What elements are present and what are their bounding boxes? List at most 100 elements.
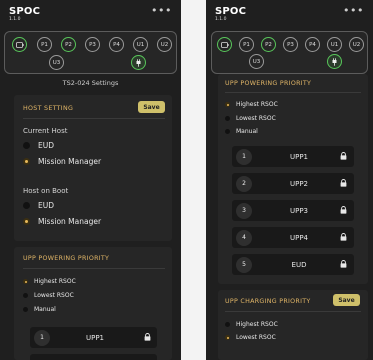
host-save-button[interactable]: Save: [138, 101, 165, 113]
app-logo: SPOC 1.1.0: [215, 7, 246, 23]
port-p2[interactable]: P2: [261, 37, 276, 52]
priority-number: 1: [34, 329, 50, 346]
charging-option-lowest-rsoc[interactable]: Lowest RSOC: [225, 334, 276, 341]
radio-icon: [23, 202, 30, 209]
app-header: SPOC 1.1.0 •••: [206, 0, 373, 28]
host-setting-title: HOST SETTING: [23, 105, 74, 112]
radio-selected-icon: [23, 158, 30, 165]
host-on-boot-option-eud[interactable]: EUD: [23, 201, 54, 210]
upp-powering-priority-card: UPP POWERING PRIORITY Highest RSOC Lowes…: [14, 247, 172, 360]
option-label: Mission Manager: [38, 157, 102, 166]
upp-priority-row[interactable]: [30, 354, 157, 360]
port-p4[interactable]: P4: [109, 37, 124, 52]
upp-charging-title: UPP CHARGING PRIORITY: [225, 298, 311, 305]
battery-icon[interactable]: [217, 37, 232, 52]
radio-icon: [23, 142, 30, 149]
port-status-card: P1 P2 P3 P4 U1 U2 U3: [211, 31, 368, 74]
priority-number: 4: [236, 229, 252, 246]
upp-powering-priority-card: UPP POWERING PRIORITY Highest RSOC Lowes…: [218, 74, 368, 284]
port-p1[interactable]: P1: [239, 37, 254, 52]
upp-powering-title: UPP POWERING PRIORITY: [23, 255, 110, 262]
plug-icon[interactable]: [327, 54, 342, 69]
port-p4[interactable]: P4: [305, 37, 320, 52]
option-label: EUD: [38, 141, 55, 150]
upp-name: UPP4: [289, 233, 309, 242]
divider: [23, 118, 165, 119]
charging-option-highest-rsoc[interactable]: Highest RSOC: [225, 321, 278, 328]
option-label: Manual: [236, 128, 258, 135]
option-label: Highest RSOC: [236, 321, 278, 328]
divider: [23, 268, 165, 269]
upp-priority-row-4[interactable]: 4 UPP4: [232, 227, 354, 248]
radio-icon: [225, 116, 230, 121]
powering-option-highest-rsoc[interactable]: Highest RSOC: [23, 278, 76, 285]
priority-number: 1: [236, 148, 252, 165]
powering-option-manual[interactable]: Manual: [23, 306, 56, 313]
divider: [225, 92, 361, 93]
port-p2[interactable]: P2: [61, 37, 76, 52]
port-status-card: P1 P2 P3 P4 U1 U2 U3: [4, 31, 177, 74]
app-logo: SPOC 1.1.0: [9, 7, 40, 23]
radio-selected-icon: [23, 279, 28, 284]
option-label: Lowest RSOC: [236, 115, 276, 122]
lock-icon: [340, 233, 347, 241]
current-host-option-eud[interactable]: EUD: [23, 141, 54, 150]
upp-name: UPP1: [85, 333, 105, 342]
current-host-option-mission-manager[interactable]: Mission Manager: [23, 157, 101, 166]
app-version: 1.1.0: [9, 17, 21, 22]
lock-icon: [340, 152, 347, 160]
option-label: Highest RSOC: [236, 101, 278, 108]
upp-name: UPP3: [289, 206, 309, 215]
upp-powering-title: UPP POWERING PRIORITY: [225, 80, 312, 87]
lock-icon: [340, 206, 347, 214]
battery-icon[interactable]: [12, 37, 27, 52]
upp-priority-row-3[interactable]: 3 UPP3: [232, 200, 354, 221]
radio-icon: [23, 307, 28, 312]
host-setting-card: HOST SETTING Save Current Host EUD Missi…: [14, 95, 172, 241]
powering-option-highest-rsoc[interactable]: Highest RSOC: [225, 101, 278, 108]
app-header: SPOC 1.1.0 •••: [0, 0, 181, 28]
port-u2[interactable]: U2: [157, 37, 172, 52]
radio-selected-icon: [225, 102, 230, 107]
ellipsis-icon[interactable]: •••: [343, 4, 364, 17]
upp-priority-row-1[interactable]: 1 UPP1: [232, 146, 354, 167]
left-screen: SPOC 1.1.0 ••• P1 P2 P3 P4 U1 U2 U3 TS2-…: [0, 0, 181, 360]
upp-priority-row-2[interactable]: 2 UPP2: [232, 173, 354, 194]
port-u1[interactable]: U1: [327, 37, 342, 52]
option-label: Highest RSOC: [34, 278, 76, 285]
upp-priority-row-5[interactable]: 5 EUD: [232, 254, 354, 275]
port-p3[interactable]: P3: [283, 37, 298, 52]
plug-icon[interactable]: [131, 55, 146, 70]
radio-selected-icon: [225, 335, 230, 340]
charging-save-button[interactable]: Save: [333, 294, 360, 306]
ellipsis-icon[interactable]: •••: [151, 4, 172, 17]
divider: [225, 311, 361, 312]
lock-icon: [340, 260, 347, 268]
port-u3[interactable]: U3: [49, 55, 64, 70]
port-u1[interactable]: U1: [133, 37, 148, 52]
lock-icon: [340, 179, 347, 187]
port-u2[interactable]: U2: [349, 37, 364, 52]
port-u3[interactable]: U3: [249, 54, 264, 69]
app-name: SPOC: [9, 6, 41, 17]
option-label: Mission Manager: [38, 217, 102, 226]
app-name: SPOC: [215, 6, 247, 17]
upp-name: EUD: [291, 260, 307, 269]
radio-icon: [225, 129, 230, 134]
host-on-boot-option-mission-manager[interactable]: Mission Manager: [23, 217, 101, 226]
powering-option-lowest-rsoc[interactable]: Lowest RSOC: [225, 115, 276, 122]
radio-selected-icon: [23, 218, 30, 225]
option-label: Lowest RSOC: [34, 292, 74, 299]
radio-icon: [23, 293, 28, 298]
settings-title: TS2-024 Settings: [62, 79, 119, 87]
option-label: Lowest RSOC: [236, 334, 276, 341]
port-p1[interactable]: P1: [37, 37, 52, 52]
app-version: 1.1.0: [215, 17, 227, 22]
upp-name: UPP1: [289, 152, 309, 161]
powering-option-lowest-rsoc[interactable]: Lowest RSOC: [23, 292, 74, 299]
powering-option-manual[interactable]: Manual: [225, 128, 258, 135]
port-p3[interactable]: P3: [85, 37, 100, 52]
upp-name: UPP2: [289, 179, 309, 188]
option-label: EUD: [38, 201, 55, 210]
upp-priority-row[interactable]: 1 UPP1: [30, 327, 157, 348]
